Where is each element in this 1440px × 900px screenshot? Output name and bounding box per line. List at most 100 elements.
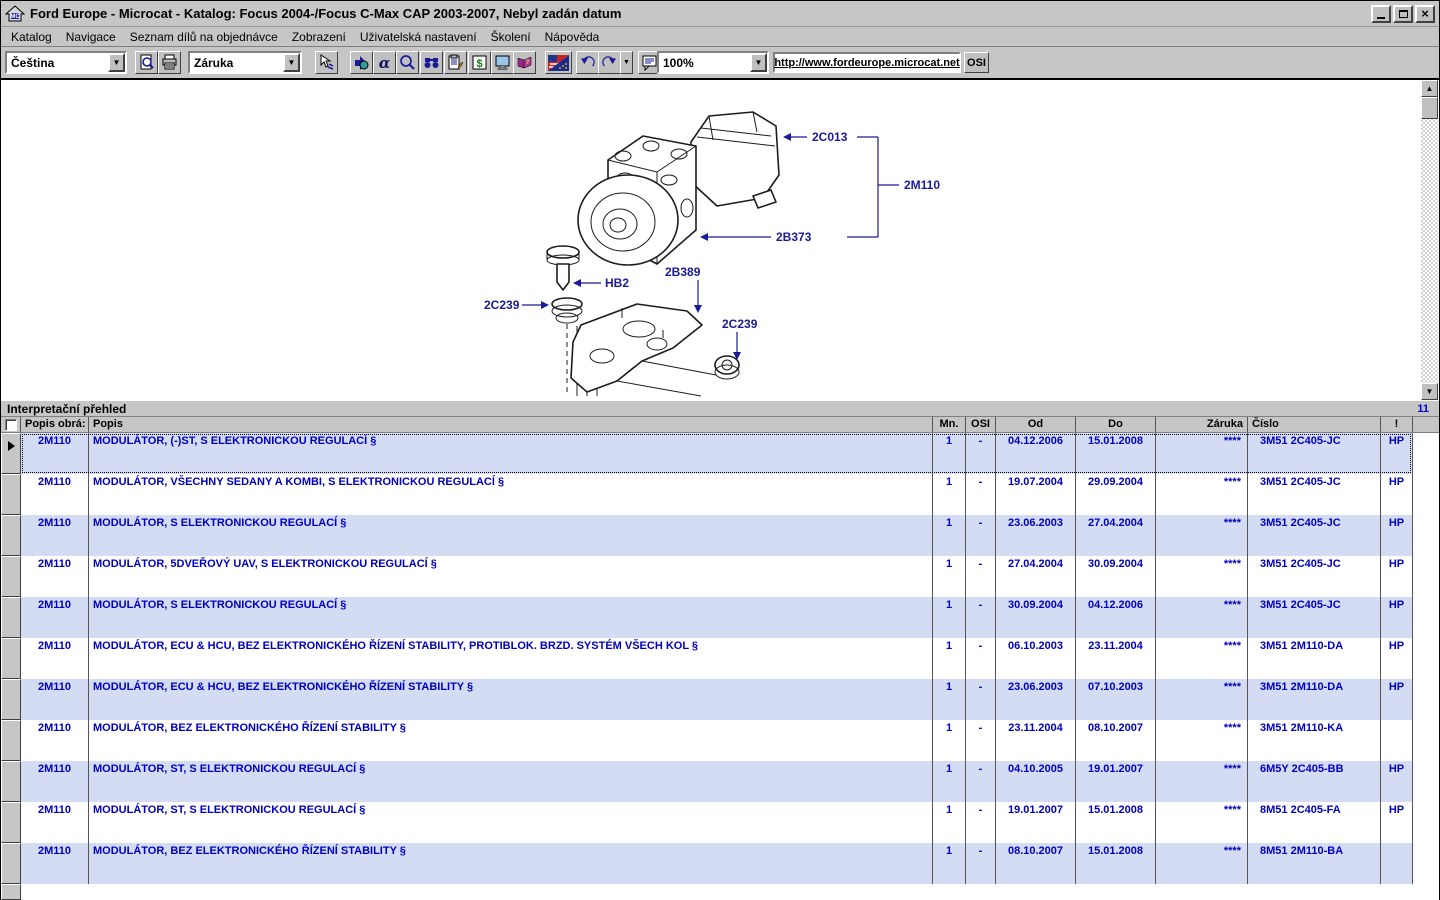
select-all-cell[interactable] [1, 417, 21, 432]
flags-button[interactable] [545, 51, 572, 74]
cell-popis-obra: 2M110 [21, 679, 89, 720]
cell-osi: - [966, 843, 996, 884]
osi-button[interactable]: OSI [964, 52, 989, 73]
header-do[interactable]: Do [1076, 417, 1156, 432]
cell-od: 23.11.2004 [996, 720, 1076, 761]
cell-cislo: 8M51 2M110-BA [1248, 843, 1381, 884]
select-pointer-button[interactable] [315, 51, 338, 74]
cell-do: 15.01.2008 [1076, 433, 1156, 474]
redo-icon [601, 54, 618, 71]
table-row[interactable]: 2M110 MODULÁTOR, BEZ ELEKTRONICKÉHO ŘÍZE… [1, 720, 1413, 761]
order-list-button[interactable] [444, 51, 467, 74]
cell-hp: HP [1381, 433, 1413, 474]
chevron-down-icon[interactable]: ▼ [750, 53, 767, 72]
close-button[interactable]: × [1415, 5, 1435, 23]
grommet-left-shape [552, 298, 582, 310]
scroll-down-button[interactable]: ▼ [1421, 383, 1438, 400]
cell-do: 15.01.2008 [1076, 802, 1156, 843]
row-gutter[interactable] [1, 802, 21, 843]
redo-dropdown-button[interactable]: ▼ [620, 51, 633, 74]
monitor-button[interactable] [491, 51, 514, 74]
menu-katalog[interactable]: Katalog [5, 28, 58, 46]
cell-hp: HP [1381, 802, 1413, 843]
zoom-dropdown[interactable]: 100% ▼ [657, 51, 769, 74]
cell-cislo: 3M51 2C405-JC [1248, 556, 1381, 597]
search-button[interactable] [420, 51, 443, 74]
bracket-shape [571, 304, 702, 392]
row-gutter[interactable] [1, 720, 21, 761]
diagram-label-2c013: 2C013 [812, 130, 848, 144]
book-question-icon: ? [516, 54, 533, 71]
row-gutter[interactable] [1, 515, 21, 556]
cell-popis: MODULÁTOR, ECU & HCU, BEZ ELEKTRONICKÉHO… [89, 638, 933, 679]
menu-zobrazeni[interactable]: Zobrazení [286, 28, 352, 46]
help-book-button[interactable]: ? [513, 51, 536, 74]
row-gutter[interactable] [1, 433, 21, 474]
header-od[interactable]: Od [996, 417, 1076, 432]
cell-mn: 1 [933, 843, 966, 884]
row-gutter[interactable] [1, 474, 21, 515]
filter-dropdown[interactable]: Záruka ▼ [188, 51, 302, 74]
row-gutter[interactable] [1, 761, 21, 802]
cell-zaruka: **** [1156, 843, 1248, 884]
redo-button[interactable] [598, 51, 621, 74]
header-zaruka[interactable]: Záruka [1156, 417, 1248, 432]
cell-do: 04.12.2006 [1076, 597, 1156, 638]
menu-skoleni[interactable]: Školení [485, 28, 537, 46]
print-preview-button[interactable] [135, 51, 158, 74]
chevron-down-icon[interactable]: ▼ [108, 53, 125, 72]
maximize-button[interactable] [1393, 5, 1413, 23]
row-gutter[interactable] [1, 638, 21, 679]
row-gutter[interactable] [1, 556, 21, 597]
scroll-up-button[interactable]: ▲ [1421, 80, 1438, 97]
cell-osi: - [966, 761, 996, 802]
row-gutter [1, 884, 21, 900]
minimize-button[interactable] [1371, 5, 1391, 23]
cell-osi: - [966, 433, 996, 474]
undo-button[interactable] [576, 51, 599, 74]
menu-seznam-dilu[interactable]: Seznam dílů na objednávce [124, 28, 284, 46]
table-row[interactable]: 2M110 MODULÁTOR, (-)ST, S ELEKTRONICKOU … [1, 433, 1413, 474]
cell-mn: 1 [933, 433, 966, 474]
table-row[interactable]: 2M110 MODULÁTOR, ST, S ELEKTRONICKOU REG… [1, 802, 1413, 843]
cell-hp: HP [1381, 474, 1413, 515]
osi-label: OSI [967, 57, 986, 69]
row-gutter[interactable] [1, 597, 21, 638]
table-row[interactable]: 2M110 MODULÁTOR, 5DVEŘOVÝ UAV, S ELEKTRO… [1, 556, 1413, 597]
vertical-scrollbar[interactable]: ▲ ▼ [1421, 80, 1438, 400]
menu-navigace[interactable]: Navigace [60, 28, 122, 46]
cell-od: 08.10.2007 [996, 843, 1076, 884]
print-button[interactable] [158, 51, 181, 74]
menu-napoveda[interactable]: Nápověda [539, 28, 606, 46]
table-row[interactable]: 2M110 MODULÁTOR, ECU & HCU, BEZ ELEKTRON… [1, 679, 1413, 720]
table-row[interactable]: 2M110 MODULÁTOR, S ELEKTRONICKOU REGULAC… [1, 515, 1413, 556]
maximize-icon [1399, 10, 1408, 18]
header-popis[interactable]: Popis [89, 417, 933, 432]
row-gutter[interactable] [1, 679, 21, 720]
table-row[interactable]: 2M110 MODULÁTOR, VŠECHNY SEDANY A KOMBI,… [1, 474, 1413, 515]
header-osi[interactable]: OSI [966, 417, 996, 432]
header-excl[interactable]: ! [1381, 417, 1413, 432]
parts-nav-button[interactable] [350, 51, 373, 74]
price-info-button[interactable]: $ [468, 51, 491, 74]
chevron-down-icon[interactable]: ▼ [283, 53, 300, 72]
row-gutter[interactable] [1, 843, 21, 884]
menu-uzivatelska-nastaveni[interactable]: Uživatelská nastavení [354, 28, 483, 46]
url-link[interactable]: http://www.fordeurope.microcat.net [774, 57, 959, 69]
scrollbar-thumb[interactable] [1421, 97, 1438, 119]
header-popis-obra[interactable]: Popis obrá: [21, 417, 89, 432]
dollar-document-icon: $ [471, 54, 488, 71]
zoom-button[interactable] [396, 51, 419, 74]
url-link-field[interactable]: http://www.fordeurope.microcat.net [773, 52, 961, 73]
language-dropdown[interactable]: Čeština ▼ [5, 51, 127, 74]
select-all-checkbox[interactable] [5, 419, 17, 431]
table-row[interactable]: 2M110 MODULÁTOR, ST, S ELEKTRONICKOU REG… [1, 761, 1413, 802]
undo-icon [579, 54, 596, 71]
table-row[interactable]: 2M110 MODULÁTOR, BEZ ELEKTRONICKÉHO ŘÍZE… [1, 843, 1413, 884]
header-mn[interactable]: Mn. [933, 417, 966, 432]
cell-osi: - [966, 556, 996, 597]
table-row[interactable]: 2M110 MODULÁTOR, S ELEKTRONICKOU REGULAC… [1, 597, 1413, 638]
alpha-index-button[interactable]: α [373, 51, 396, 74]
table-row[interactable]: 2M110 MODULÁTOR, ECU & HCU, BEZ ELEKTRON… [1, 638, 1413, 679]
header-cislo[interactable]: Číslo [1248, 417, 1381, 432]
